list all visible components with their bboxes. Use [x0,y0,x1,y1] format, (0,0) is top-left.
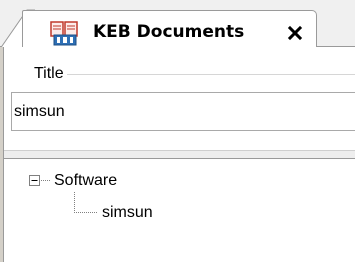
title-label: Title [34,65,64,82]
splitter-bar[interactable] [4,150,355,159]
title-input[interactable] [11,92,355,131]
tree-node-software[interactable]: Software [54,171,117,191]
tree-node-simsun[interactable]: simsun [102,203,153,223]
collapse-minus-icon[interactable] [29,175,40,186]
title-group-line [67,74,355,75]
tab-title: KEB Documents [93,22,245,42]
close-icon[interactable] [287,25,303,41]
keb-document-icon [50,21,78,46]
